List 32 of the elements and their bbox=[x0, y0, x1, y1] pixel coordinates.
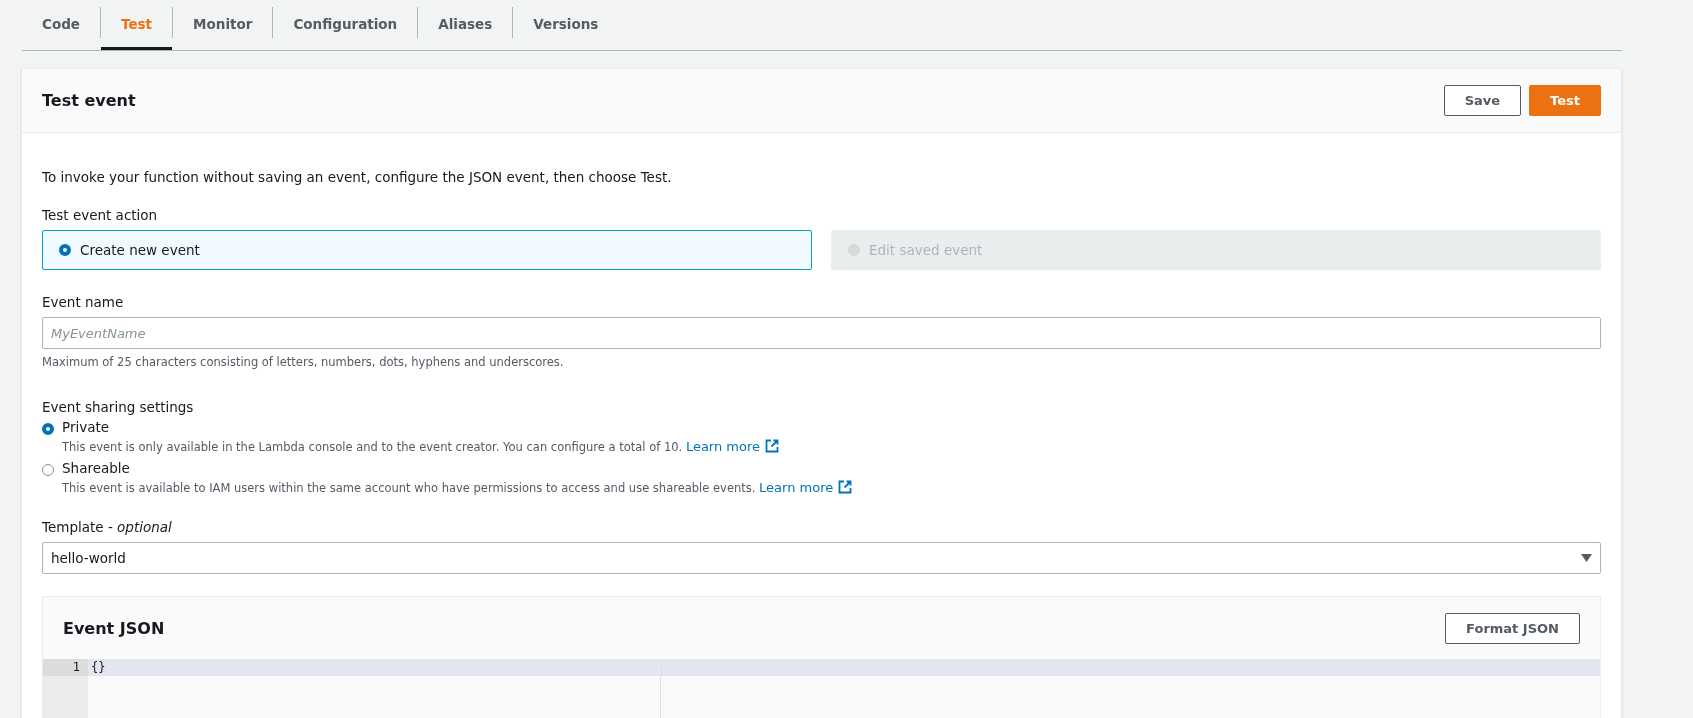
radio-button[interactable] bbox=[42, 423, 54, 435]
learn-more-link[interactable]: Learn more bbox=[685, 439, 760, 454]
caret-icon bbox=[1581, 554, 1592, 562]
field-label: Test event action bbox=[42, 207, 159, 223]
external-link-icon[interactable] bbox=[765, 439, 779, 453]
template-dropdown[interactable]: hello-world bbox=[42, 542, 1601, 574]
line-number: 1 bbox=[43, 659, 88, 676]
tab[interactable]: Aliases bbox=[418, 0, 513, 50]
intro-text: To invoke your function without saving an event, configure the JSON event, then choose Test. bbox=[42, 169, 673, 185]
tab[interactable]: Monitor bbox=[173, 0, 273, 50]
radio-label: Shareable bbox=[62, 460, 130, 476]
field-label: Event name bbox=[42, 294, 125, 310]
radio-button[interactable] bbox=[42, 464, 54, 476]
radio-card[interactable]: Create new event bbox=[42, 230, 812, 270]
event-name-field[interactable]: MyEventName bbox=[42, 317, 1601, 349]
format-json-button[interactable]: Format JSON bbox=[1445, 612, 1580, 644]
code-editor[interactable]: 1 {} bbox=[43, 659, 1600, 718]
option-description: This event is available to IAM users within the same account who have permissions to access and use shareable events. bbox=[62, 481, 756, 495]
field-label: Event sharing settings bbox=[42, 399, 195, 415]
tab[interactable]: Versions bbox=[513, 0, 619, 50]
section-title: Event JSON bbox=[63, 618, 165, 638]
field-label: Template - optional bbox=[42, 519, 173, 535]
external-link-icon[interactable] bbox=[838, 480, 853, 494]
learn-more-link[interactable]: Learn more bbox=[759, 480, 834, 495]
radio-label: Private bbox=[62, 419, 110, 435]
code-text: {} bbox=[88, 659, 662, 676]
secondary-button[interactable]: Save bbox=[1443, 85, 1522, 116]
hint-text: Maximum of 25 characters consisting of letters, numbers, dots, hyphens and underscores. bbox=[42, 355, 565, 369]
option-description: This event is only available in the Lambda console and to the event creator. You can configure a total of 10. bbox=[62, 440, 683, 454]
tab[interactable]: Code bbox=[22, 0, 100, 50]
tab[interactable]: Configuration bbox=[273, 0, 418, 50]
panel-title: Test event bbox=[42, 91, 136, 110]
